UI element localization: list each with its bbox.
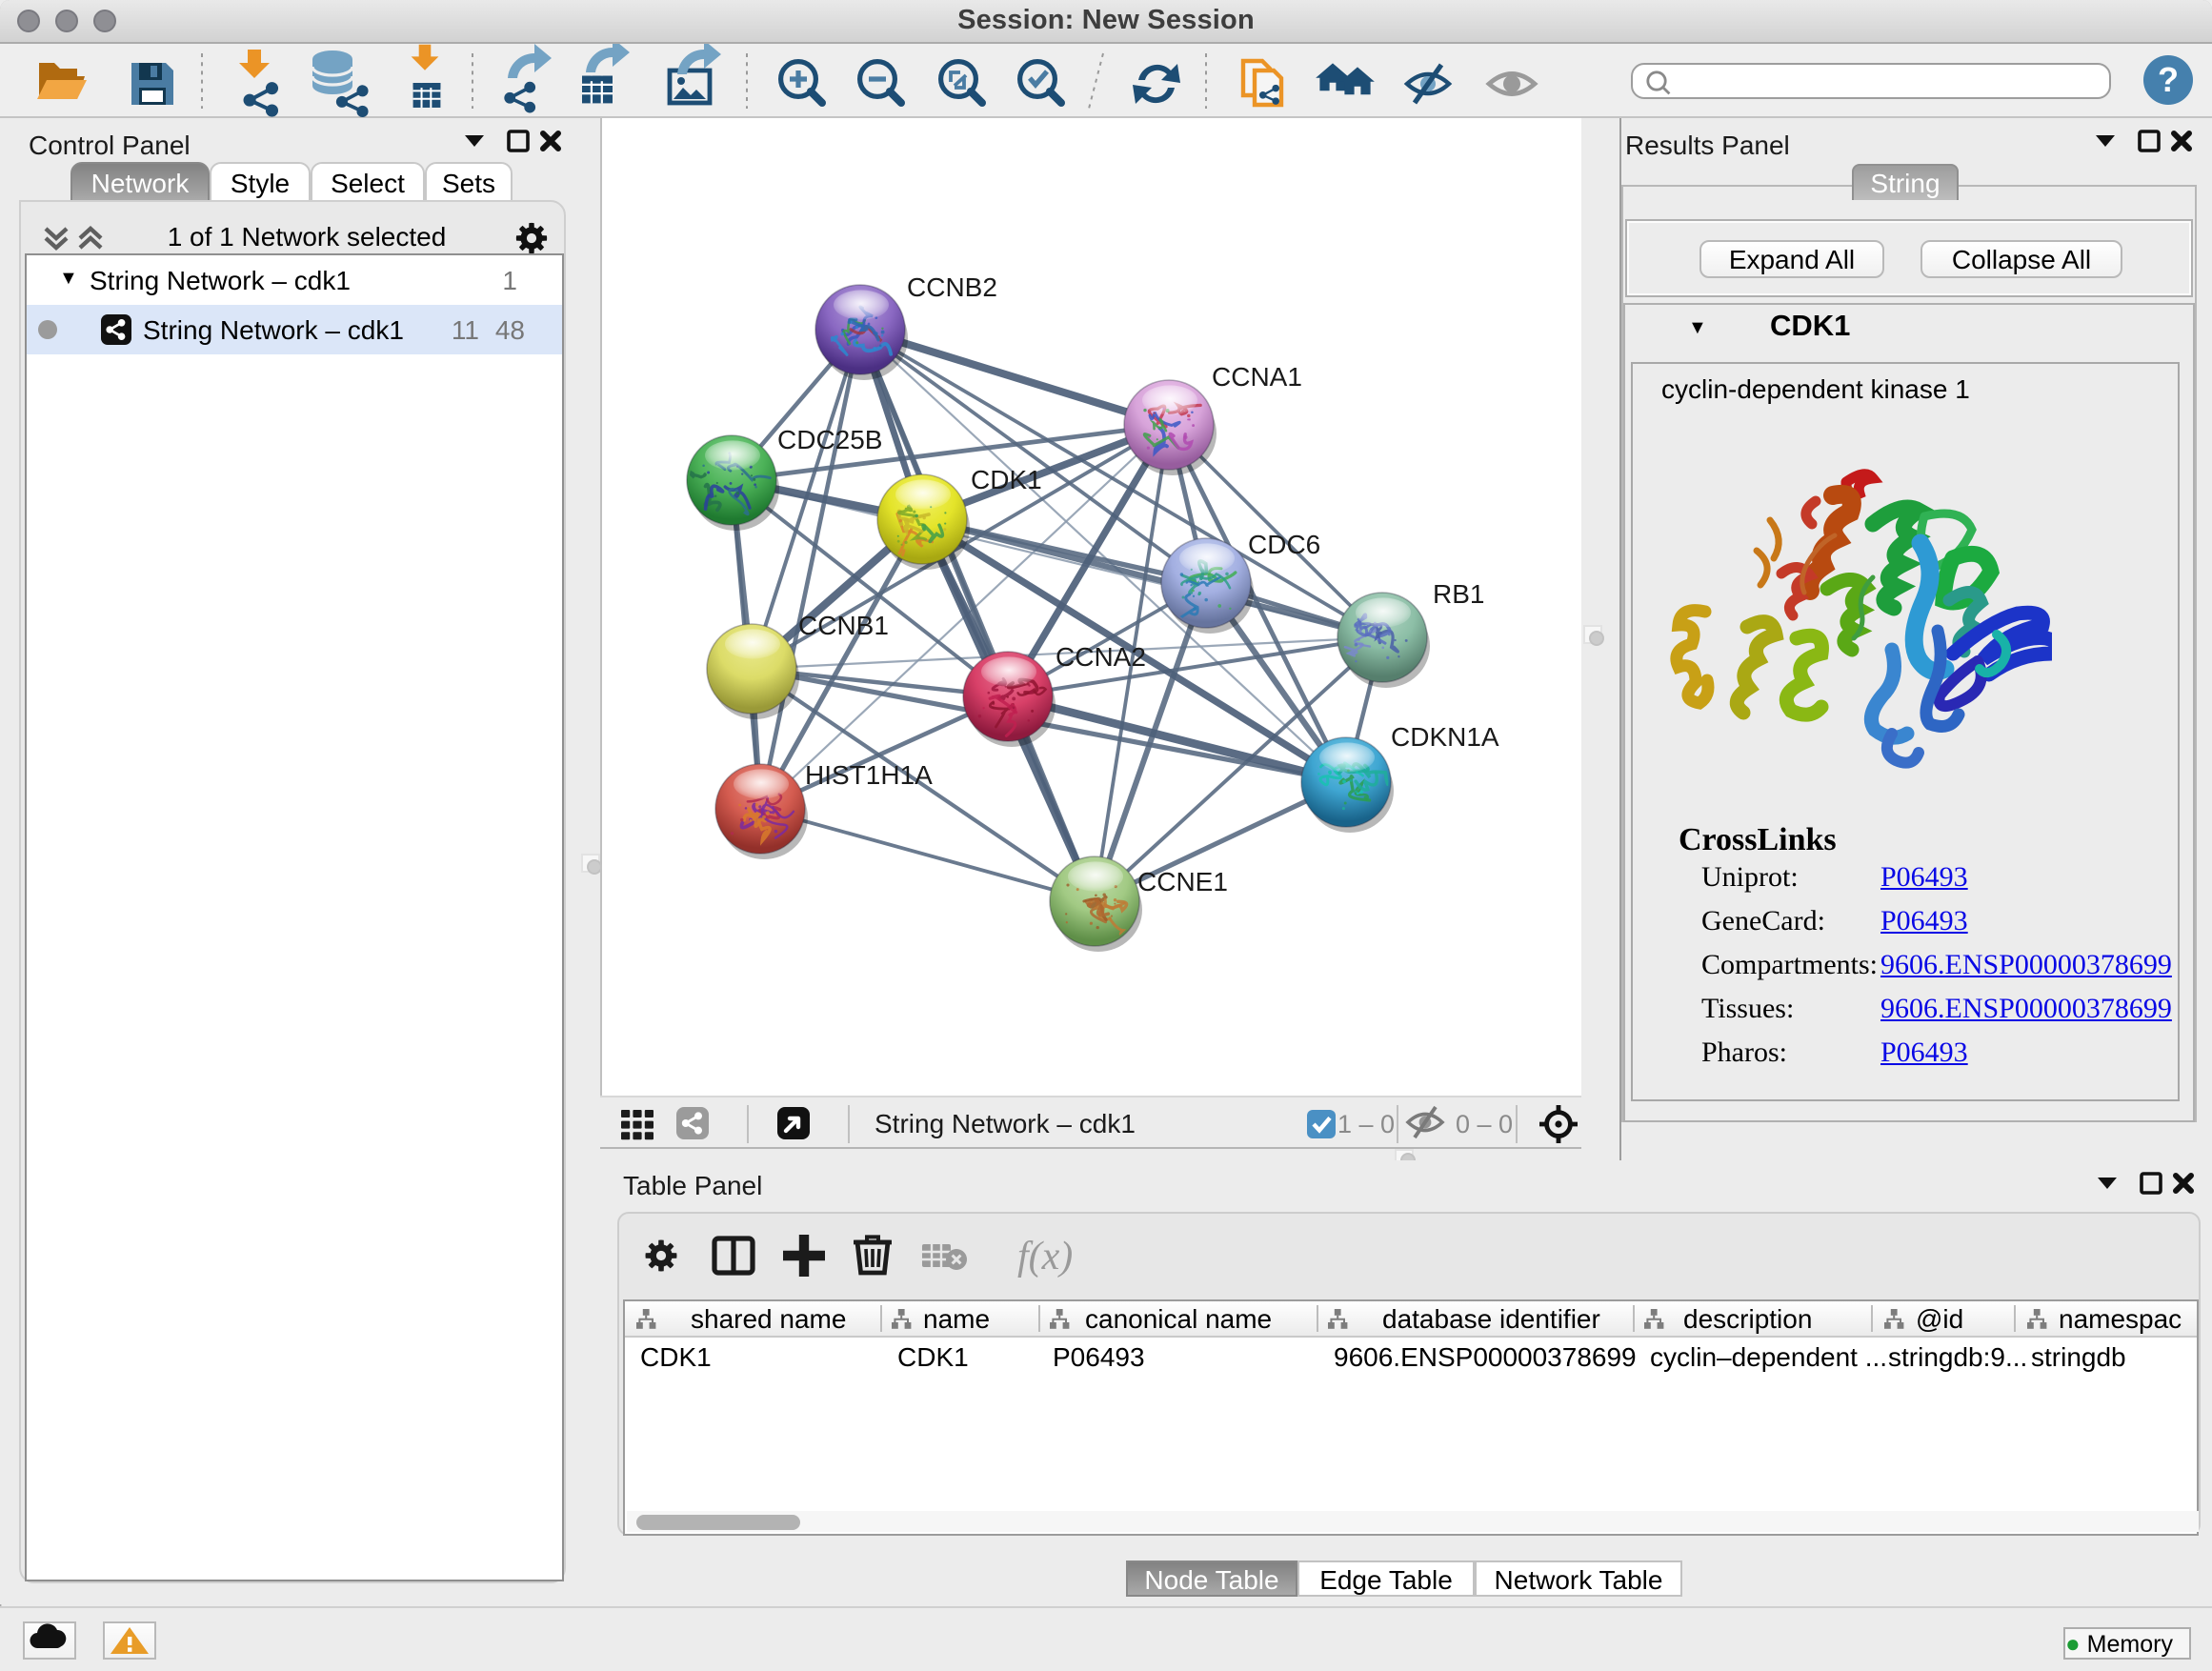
svg-text:f(x): f(x) <box>1017 1235 1073 1278</box>
svg-text:HIST1H1A: HIST1H1A <box>805 760 933 790</box>
svg-text:CCNA1: CCNA1 <box>1212 362 1302 392</box>
svg-text:CDKN1A: CDKN1A <box>1391 722 1499 752</box>
svg-text:1 – 0: 1 – 0 <box>1337 1110 1395 1138</box>
svg-text:RB1: RB1 <box>1433 579 1484 609</box>
svg-text:CCNA2: CCNA2 <box>1056 642 1146 672</box>
svg-text:CCNE1: CCNE1 <box>1137 867 1228 896</box>
svg-text:CCNB1: CCNB1 <box>798 611 889 640</box>
svg-text:CDC25B: CDC25B <box>777 425 882 454</box>
svg-text:CDK1: CDK1 <box>971 465 1042 494</box>
svg-text:String Network – cdk1: String Network – cdk1 <box>875 1109 1136 1138</box>
svg-text:CCNB2: CCNB2 <box>907 272 997 302</box>
svg-text:0 – 0: 0 – 0 <box>1456 1110 1513 1138</box>
svg-text:CDC6: CDC6 <box>1248 530 1320 559</box>
